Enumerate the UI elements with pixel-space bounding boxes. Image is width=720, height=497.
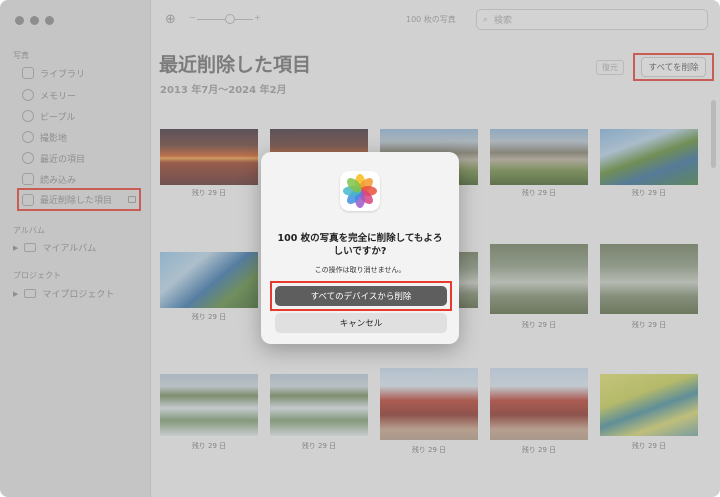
delete-from-all-devices-button[interactable]: すべてのデバイスから削除 — [275, 286, 447, 306]
cancel-button[interactable]: キャンセル — [275, 313, 447, 333]
photos-window: 写真 ライブラリ メモリー ピープル 撮影地 最近の項目 読み込み 最近削除した… — [0, 0, 720, 497]
dialog-message: 100 枚の写真を完全に削除してもよろしいですか? — [277, 233, 443, 257]
dialog-submessage: この操作は取り消せません。 — [314, 266, 406, 274]
confirm-delete-dialog: 100 枚の写真を完全に削除してもよろしいですか? この操作は取り消せません。 … — [261, 152, 459, 344]
photos-app-icon — [340, 171, 380, 211]
